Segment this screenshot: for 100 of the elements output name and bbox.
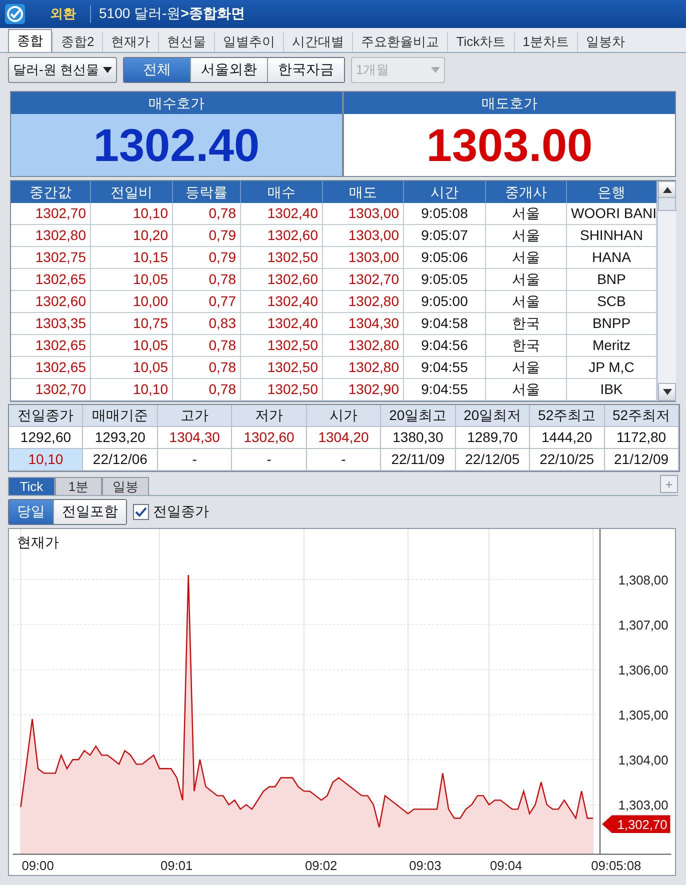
x-axis-label: 09:04 bbox=[490, 858, 522, 874]
table-cell: 0,79 bbox=[173, 247, 241, 269]
screen-tab[interactable]: 1분차트 bbox=[514, 32, 577, 52]
column-header: 시간 bbox=[404, 181, 486, 203]
table-cell: 9:05:05 bbox=[404, 269, 486, 291]
market-filter-button[interactable]: 전체 bbox=[124, 58, 190, 82]
scroll-thumb[interactable] bbox=[658, 197, 676, 211]
table-cell: 한국 bbox=[486, 335, 567, 357]
screen-tab[interactable]: 일별추이 bbox=[214, 32, 284, 52]
table-cell: 1302,50 bbox=[241, 335, 323, 357]
table-cell: 1302,40 bbox=[241, 291, 323, 313]
table-cell: 21/12/09 bbox=[604, 449, 679, 471]
chart-interval-tab[interactable]: Tick bbox=[8, 477, 55, 495]
table-cell: 1304,30 bbox=[158, 427, 232, 449]
screen-tab[interactable]: 현재가 bbox=[102, 32, 158, 52]
table-cell: 1304,20 bbox=[306, 427, 382, 449]
table-cell: - bbox=[306, 449, 382, 471]
x-axis-label: 09:00 bbox=[22, 858, 54, 874]
table-cell: - bbox=[158, 449, 232, 471]
market-filter-button[interactable]: 서울외환 bbox=[190, 58, 267, 82]
table-cell: 서울 bbox=[486, 357, 567, 379]
ask-header: 매도호가 bbox=[344, 92, 675, 114]
market-filter-button[interactable]: 한국자금 bbox=[266, 58, 344, 82]
chart-interval-tab[interactable]: 일봉 bbox=[102, 477, 149, 495]
table-cell: 10,10 bbox=[91, 379, 173, 401]
table-cell: 1302,80 bbox=[11, 225, 91, 247]
column-header: 52주최고 bbox=[530, 405, 605, 427]
screen-tab[interactable]: 시간대별 bbox=[283, 32, 352, 52]
table-cell: 1302,80 bbox=[323, 357, 404, 379]
table-cell: 9:04:56 bbox=[404, 335, 486, 357]
column-header: 매도 bbox=[323, 181, 404, 203]
table-cell: 9:04:55 bbox=[404, 379, 486, 401]
table-cell: - bbox=[232, 449, 307, 471]
table-cell: 10,20 bbox=[91, 225, 173, 247]
table-cell: 10,75 bbox=[91, 313, 173, 335]
table-cell: 1302,50 bbox=[241, 357, 323, 379]
scroll-down-icon[interactable] bbox=[662, 389, 672, 395]
table-cell: 9:04:58 bbox=[404, 313, 486, 335]
bid-header: 매수호가 bbox=[11, 92, 342, 114]
y-axis-label: 1,304,00 bbox=[618, 752, 668, 768]
x-axis-label: 09:02 bbox=[305, 858, 338, 874]
screen-tab[interactable]: 종합2 bbox=[52, 32, 102, 52]
table-cell: 1303,00 bbox=[323, 203, 404, 225]
checkbox-label: 전일종가 bbox=[153, 503, 209, 521]
bid-price: 1302.40 bbox=[11, 114, 342, 176]
table-cell: 0,77 bbox=[173, 291, 241, 313]
screen-tab[interactable]: 일봉차 bbox=[576, 32, 633, 52]
checkbox[interactable] bbox=[133, 504, 149, 520]
table-cell: 1303,00 bbox=[323, 247, 404, 269]
table-cell: 1289,70 bbox=[456, 427, 530, 449]
table-cell: 0,78 bbox=[173, 269, 241, 291]
table-cell: 0,78 bbox=[173, 357, 241, 379]
column-header: 전일종가 bbox=[9, 405, 84, 427]
table-cell: 1302,80 bbox=[323, 335, 404, 357]
table-cell: 9:04:55 bbox=[404, 357, 486, 379]
instrument-dropdown[interactable]: 달러-원 현선물 bbox=[8, 57, 117, 83]
column-header: 고가 bbox=[158, 405, 232, 427]
caret-icon bbox=[102, 67, 112, 73]
column-header: 저가 bbox=[232, 405, 307, 427]
ask-price: 1303.00 bbox=[344, 114, 675, 176]
table-cell: 1302,50 bbox=[241, 379, 323, 401]
column-header: 매매기준 bbox=[83, 405, 158, 427]
x-axis-label: 09:03 bbox=[409, 858, 442, 874]
scrollbar[interactable] bbox=[657, 181, 676, 401]
range-toggle-button[interactable]: 당일 bbox=[9, 500, 53, 524]
scroll-up-icon[interactable] bbox=[662, 187, 672, 193]
table-cell: 1303,00 bbox=[323, 225, 404, 247]
table-cell: 10,10 bbox=[91, 203, 173, 225]
table-cell: 10,05 bbox=[91, 357, 173, 379]
chart-interval-tab[interactable]: 1분 bbox=[55, 477, 102, 495]
table-cell: 0,78 bbox=[173, 203, 241, 225]
screen-tab[interactable]: 종합 bbox=[8, 29, 52, 52]
x-axis-label: 09:01 bbox=[160, 858, 193, 874]
screen-tab[interactable]: 현선물 bbox=[158, 32, 214, 52]
table-cell: 서울 bbox=[486, 203, 567, 225]
chart-title: 현재가 bbox=[16, 534, 59, 550]
column-header: 시가 bbox=[306, 405, 382, 427]
market-badge: 외환 bbox=[34, 5, 91, 23]
screen-tab[interactable]: 주요환율비교 bbox=[352, 32, 448, 52]
range-toggle-button[interactable]: 전일포함 bbox=[53, 500, 126, 524]
current-price-marker: 1,302,70 bbox=[602, 815, 670, 834]
table-cell: 1293,20 bbox=[83, 427, 158, 449]
column-header: 20일최저 bbox=[456, 405, 530, 427]
table-cell: 1302,65 bbox=[11, 269, 91, 291]
column-header: 전일비 bbox=[91, 181, 173, 203]
table-cell: 1302,60 bbox=[232, 427, 307, 449]
column-header: 은행 bbox=[567, 181, 657, 203]
column-header: 20일최고 bbox=[381, 405, 456, 427]
table-cell: 22/12/05 bbox=[456, 449, 530, 471]
table-cell: 10,15 bbox=[91, 247, 173, 269]
table-cell: 1302,70 bbox=[323, 269, 404, 291]
app-logo-icon bbox=[4, 3, 26, 25]
table-cell: 10,10 bbox=[9, 449, 84, 471]
y-axis-label: 1,303,00 bbox=[618, 798, 668, 813]
table-cell: 0,78 bbox=[173, 379, 241, 401]
screen-tab[interactable]: Tick차트 bbox=[447, 32, 514, 52]
table-cell: 1302,40 bbox=[241, 313, 323, 335]
table-cell: 1302,70 bbox=[11, 379, 91, 401]
table-cell: 서울 bbox=[486, 225, 567, 247]
table-cell: 1303,35 bbox=[11, 313, 91, 335]
